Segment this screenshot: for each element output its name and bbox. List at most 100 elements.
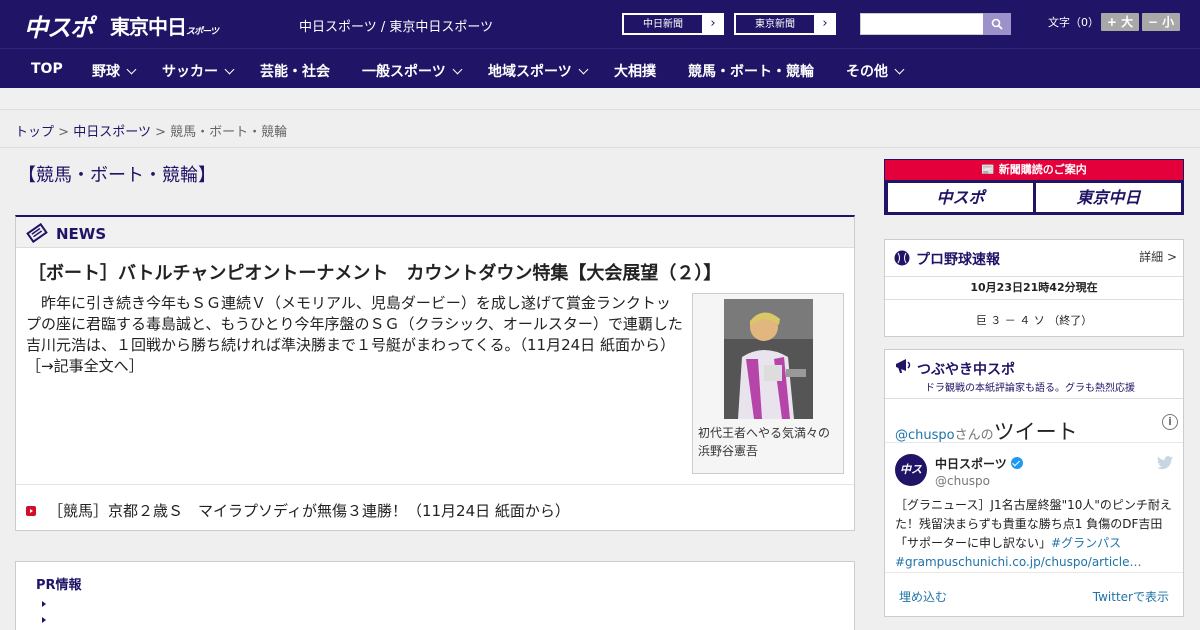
nav-item-sumo[interactable]: 大相撲 — [614, 61, 656, 81]
news-list-item[interactable]: ［競馬］京都２歳Ｓ マイラプソディが無傷３連勝！（11月24日 紙面から） — [26, 500, 570, 521]
breadcrumb-sep: > — [155, 125, 166, 140]
tokyo-logo-text: 東京中日 — [110, 15, 187, 39]
subscription-banner[interactable]: 📰 新聞購読のご案内 中スポ 東京中日 — [884, 159, 1184, 215]
breadcrumb-bar: トップ > 中日スポーツ > 競馬・ボート・競輪 — [0, 110, 1200, 148]
info-icon[interactable]: i — [1162, 414, 1178, 430]
nav-item-local-sports[interactable]: 地域スポーツ — [488, 61, 589, 81]
chevron-right-icon: › — [710, 16, 716, 31]
verified-badge-icon — [1010, 457, 1023, 469]
search-input[interactable] — [860, 13, 984, 35]
pr-title: PR情報 — [36, 578, 82, 593]
pr-bullet-icon — [42, 617, 46, 623]
search-icon — [991, 18, 1003, 30]
baseball-score-panel: プロ野球速報 詳細 > 10月23日21時42分現在 巨 ３ － ４ ソ （終了… — [884, 239, 1184, 337]
chuspo-logo[interactable]: 中スポ — [24, 8, 94, 43]
news-divider — [16, 484, 854, 485]
account-name-text: 中日スポーツ — [935, 457, 1007, 471]
subscription-title: 📰 新聞購読のご案内 — [885, 160, 1183, 180]
twitter-subtitle: ドラ観戦の本紙評論家も語る。グラも熱烈応援 — [925, 383, 1135, 394]
font-size-label: 文字（0） — [1048, 16, 1099, 29]
twitter-panel: つぶやき中スポ ドラ観戦の本紙評論家も語る。グラも熱烈応援 @chuspoさんの… — [884, 349, 1184, 617]
summary-text: 昨年に引き続き今年もＳＧ連続Ｖ（メモリアル、児島ダービー）を成し遂げて賞金ランク… — [26, 294, 683, 354]
megaphone-icon — [896, 359, 911, 373]
sub-nav-strip — [0, 88, 1200, 110]
nav-label: その他 — [846, 64, 888, 80]
subscription-label: 新聞購読のご案内 — [998, 163, 1087, 176]
twitter-bird-icon[interactable] — [1157, 456, 1173, 470]
nav-item-soccer[interactable]: サッカー — [162, 61, 235, 81]
site-header: 中スポ 東京中日スポーツ 中日スポーツ / 東京中日スポーツ 中日新聞 › 東京… — [0, 0, 1200, 48]
news-photo-caption: 初代王者へやる気満々の浜野谷憲吾 — [698, 426, 831, 458]
site-name: 中日スポーツ / 東京中日スポーツ — [299, 20, 494, 35]
sub-logo-tokyo[interactable]: 東京中日 — [1036, 183, 1181, 212]
nav-item-keiba-boat-keirin[interactable]: 競馬・ボート・競輪 — [688, 61, 814, 81]
tweet-hashtag[interactable]: #グランパス — [1051, 536, 1121, 550]
page-title: 【競馬・ボート・競輪】 — [18, 165, 216, 186]
timeline-tweet-label: ツイート — [993, 420, 1078, 444]
nav-item-general-sports[interactable]: 一般スポーツ — [362, 61, 463, 81]
newspaper-small-icon: 📰 — [981, 163, 995, 176]
nav-label: 野球 — [92, 64, 120, 80]
racer-photo-icon — [724, 299, 813, 419]
sub-logo-chuspo[interactable]: 中スポ — [888, 183, 1033, 212]
news-panel: NEWS ［ボート］バトルチャンピオントーナメント カウントダウン特集【大会展望… — [15, 215, 855, 531]
pr-panel: PR情報 — [15, 561, 855, 630]
timeline-divider — [885, 442, 1183, 443]
chunichi-shimbun-link[interactable]: 中日新聞 › — [622, 13, 724, 35]
twitter-title: つぶやき中スポ — [917, 362, 1015, 378]
tokyo-logo-small: スポーツ — [186, 27, 219, 37]
play-bullet-icon — [26, 506, 36, 516]
chevron-down-icon — [452, 64, 463, 75]
timeline-footer-divider — [885, 572, 1183, 573]
tweet-account-name[interactable]: 中日スポーツ — [935, 455, 1023, 472]
breadcrumb-chunichi-link[interactable]: 中日スポーツ — [73, 125, 151, 140]
chevron-down-icon — [894, 64, 905, 75]
baseball-detail-link[interactable]: 詳細 > — [1139, 248, 1177, 265]
news-header: NEWS — [16, 217, 854, 248]
nav-label: TOP — [31, 61, 63, 77]
font-decrease-button[interactable]: − 小 — [1142, 13, 1180, 31]
news-photo[interactable] — [724, 299, 813, 419]
timeline-handle-suffix: さんの — [954, 428, 994, 443]
nav-item-other[interactable]: その他 — [846, 61, 905, 81]
news-summary: 昨年に引き続き今年もＳＧ連続Ｖ（メモリアル、児島ダービー）を成し遂げて賞金ランク… — [26, 293, 684, 377]
nav-label: 競馬・ボート・競輪 — [688, 64, 814, 80]
nav-item-entertainment[interactable]: 芸能・社会 — [260, 61, 330, 81]
news-item-text: ［競馬］京都２歳Ｓ マイラプソディが無傷３連勝！（11月24日 紙面から） — [48, 502, 570, 520]
chevron-down-icon — [126, 64, 137, 75]
baseball-update-time: 10月23日21時42分現在 — [885, 276, 1183, 300]
view-on-twitter-link[interactable]: Twitterで表示 — [1093, 588, 1169, 605]
news-photo-box: 初代王者へやる気満々の浜野谷憲吾 — [692, 293, 844, 474]
news-headline[interactable]: ［ボート］バトルチャンピオントーナメント カウントダウン特集【大会展望（２）】 — [28, 259, 721, 285]
tweet-link[interactable]: #grampuschunichi.co.jp/chuspo/article… — [895, 555, 1141, 569]
twitter-timeline: @chuspoさんのツイート i 中スポ 中日スポーツ @chuspo ［グラニ… — [885, 398, 1183, 623]
ext-link-label: 東京新聞 — [735, 14, 815, 34]
baseball-game-result[interactable]: 巨 ３ － ４ ソ （終了） — [885, 312, 1183, 328]
tweet-body: ［グラニュース］J1名古屋終盤"10人"のピンチ耐えた！残留決まらずも貴重な勝ち… — [895, 498, 1172, 550]
breadcrumb-top-link[interactable]: トップ — [15, 125, 54, 140]
tokyo-shimbun-link[interactable]: 東京新聞 › — [734, 13, 836, 35]
ext-link-label: 中日新聞 — [623, 14, 703, 34]
chevron-down-icon — [224, 64, 235, 75]
nav-label: 大相撲 — [614, 64, 656, 80]
tokyo-chunichi-logo[interactable]: 東京中日スポーツ — [110, 11, 219, 40]
newspaper-icon — [26, 223, 48, 243]
tweet-screen-name[interactable]: @chuspo — [935, 474, 990, 488]
nav-item-top[interactable]: TOP — [31, 61, 63, 77]
breadcrumb: トップ > 中日スポーツ > 競馬・ボート・競輪 — [15, 121, 287, 140]
breadcrumb-sep: > — [58, 125, 70, 140]
baseball-title: プロ野球速報 — [916, 252, 1000, 268]
breadcrumb-current: 競馬・ボート・競輪 — [170, 125, 288, 140]
read-more-link[interactable]: ［→記事全文へ］ — [26, 357, 144, 375]
timeline-handle-link[interactable]: @chuspo — [895, 428, 955, 443]
search-button[interactable] — [983, 13, 1011, 35]
nav-item-baseball[interactable]: 野球 — [92, 61, 137, 81]
pr-bullet-icon — [42, 601, 46, 607]
main-nav: TOP 野球 サッカー 芸能・社会 一般スポーツ 地域スポーツ 大相撲 競馬・ボ… — [0, 48, 1200, 88]
news-section-title: NEWS — [56, 225, 107, 243]
embed-link[interactable]: 埋め込む — [899, 588, 947, 605]
chevron-right-icon: › — [822, 16, 828, 31]
tweet-text: ［グラニュース］J1名古屋終盤"10人"のピンチ耐えた！残留決まらずも貴重な勝ち… — [895, 496, 1173, 572]
avatar[interactable]: 中スポ — [895, 454, 927, 508]
font-increase-button[interactable]: + 大 — [1101, 13, 1139, 31]
